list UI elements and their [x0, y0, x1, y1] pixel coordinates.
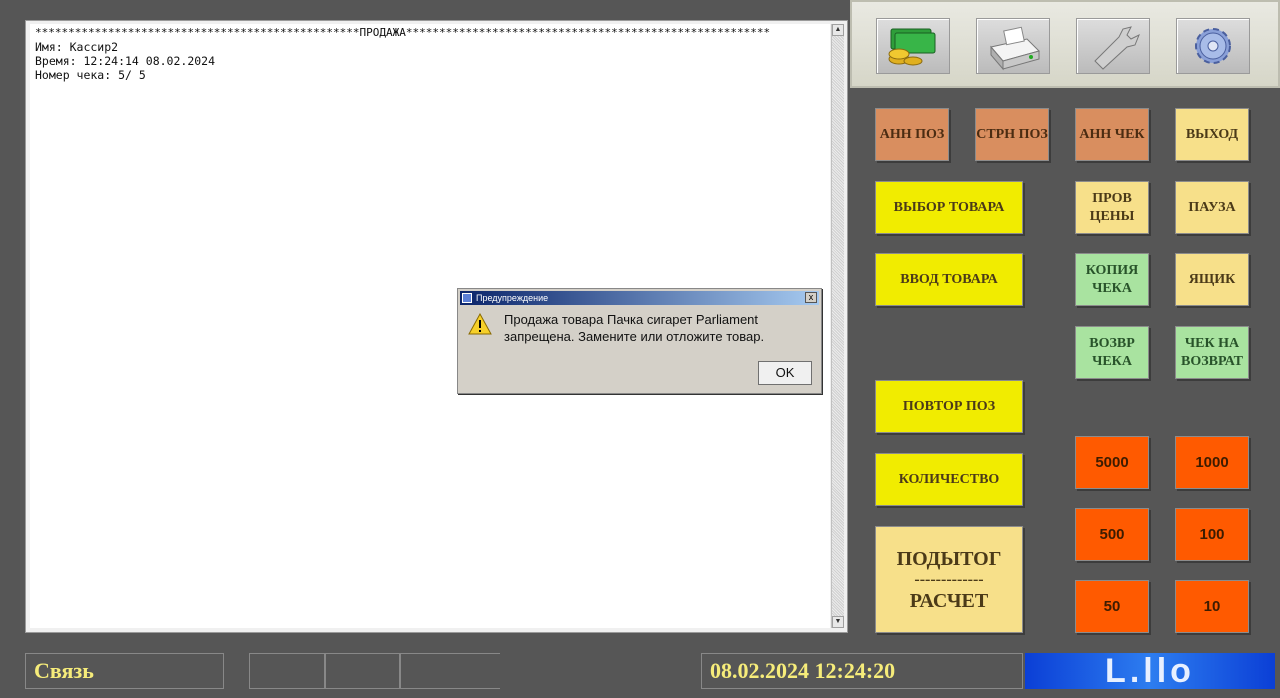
warning-icon: [468, 313, 492, 335]
receipt-scrollbar[interactable]: ▲ ▼: [831, 24, 844, 628]
dialog-title: Предупреждение: [476, 293, 549, 303]
receipt-copy-button[interactable]: КОПИЯ ЧЕКА: [1075, 253, 1149, 306]
brand-logo: L.llo: [1025, 652, 1275, 690]
logo-icon: L.llo: [1105, 652, 1195, 690]
subtotal-label: ПОДЫТОГ: [896, 547, 1002, 570]
payment-label: РАСЧЕТ: [909, 589, 989, 612]
cash-500-button[interactable]: 500: [1075, 508, 1149, 561]
printer-icon: [990, 26, 1040, 71]
price-check-button[interactable]: ПРОВ ЦЕНЫ: [1075, 181, 1149, 234]
warning-dialog: Предупреждение x Продажа товара Пачка си…: [457, 288, 822, 394]
connection-status: Связь: [25, 653, 224, 689]
pause-button[interactable]: ПАУЗА: [1175, 181, 1249, 234]
exit-button[interactable]: ВЫХОД: [1175, 108, 1249, 161]
wrench-icon: [1094, 26, 1140, 70]
dialog-message-line1: Продажа товара Пачка сигарет Parliament: [504, 312, 759, 327]
wrench-button[interactable]: [1076, 18, 1150, 74]
status-cell-1: [249, 653, 325, 689]
ann-chek-button[interactable]: АНН ЧЕК: [1075, 108, 1149, 161]
dialog-titlebar[interactable]: Предупреждение x: [460, 291, 819, 305]
cash-5000-button[interactable]: 5000: [1075, 436, 1149, 489]
ok-button[interactable]: OK: [758, 361, 812, 385]
status-cell-2: [325, 653, 400, 689]
receipt-header: ****************************************…: [35, 26, 771, 39]
dialog-message-line2: запрещена. Замените или отложите товар.: [504, 329, 765, 344]
drawer-button[interactable]: ЯЩИК: [1175, 253, 1249, 306]
printer-button[interactable]: [976, 18, 1050, 74]
money-icon: [888, 28, 936, 66]
app-icon: [462, 293, 472, 303]
enter-product-button[interactable]: ВВОД ТОВАРА: [875, 253, 1023, 306]
strn-poz-button[interactable]: СТРН ПОЗ: [975, 108, 1049, 161]
select-product-button[interactable]: ВЫБОР ТОВАРА: [875, 181, 1023, 234]
cash-50-button[interactable]: 50: [1075, 580, 1149, 633]
cash-1000-button[interactable]: 1000: [1175, 436, 1249, 489]
scroll-down-arrow-icon[interactable]: ▼: [832, 616, 844, 628]
toolbar: [850, 0, 1280, 88]
money-button[interactable]: [876, 18, 950, 74]
cash-10-button[interactable]: 10: [1175, 580, 1249, 633]
scroll-up-arrow-icon[interactable]: ▲: [832, 24, 844, 36]
ann-poz-button[interactable]: АНН ПОЗ: [875, 108, 949, 161]
status-datetime: 08.02.2024 12:24:20: [701, 653, 1023, 689]
repeat-position-button[interactable]: ПОВТОР ПОЗ: [875, 380, 1023, 433]
status-cell-3: [400, 653, 500, 689]
gear-icon: [1195, 28, 1231, 64]
settings-button[interactable]: [1176, 18, 1250, 74]
quantity-button[interactable]: КОЛИЧЕСТВО: [875, 453, 1023, 506]
receipt-text: Имя: Кассир2 Время: 12:24:14 08.02.2024 …: [35, 40, 216, 82]
close-icon[interactable]: x: [805, 292, 817, 303]
logo-text: L.llo: [1105, 653, 1195, 689]
dialog-message: Продажа товара Пачка сигарет Parliament …: [504, 311, 764, 345]
cash-100-button[interactable]: 100: [1175, 508, 1249, 561]
receipt-return-button[interactable]: ВОЗВР ЧЕКА: [1075, 326, 1149, 379]
subtotal-separator: -------------: [914, 570, 984, 588]
return-receipt-button[interactable]: ЧЕК НА ВОЗВРАТ: [1175, 326, 1249, 379]
subtotal-payment-button[interactable]: ПОДЫТОГ ------------- РАСЧЕТ: [875, 526, 1023, 633]
